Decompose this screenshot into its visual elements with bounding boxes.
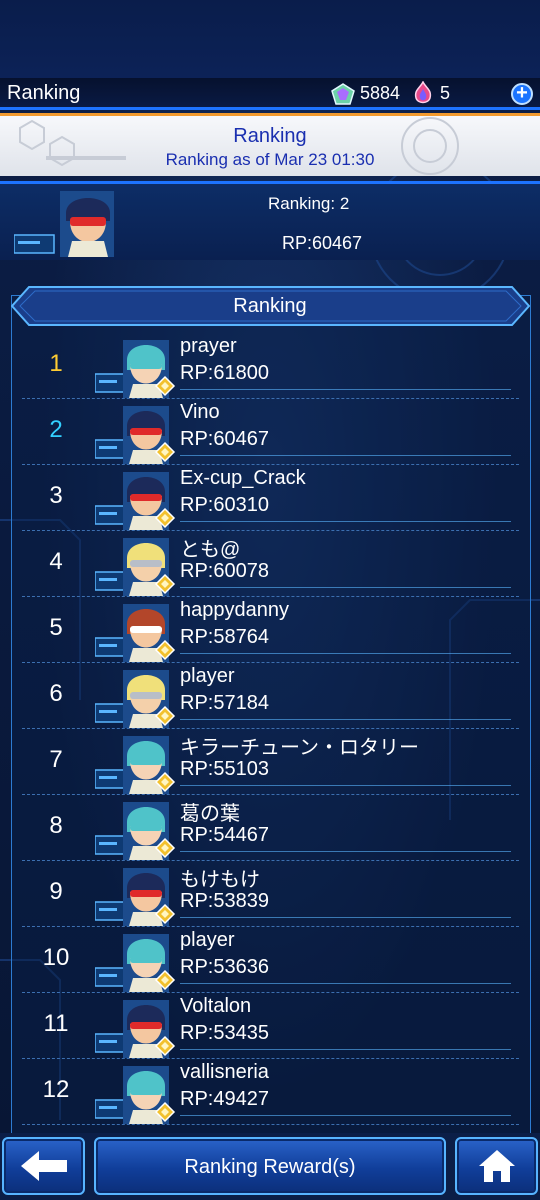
- rank-number: 1: [49, 350, 63, 377]
- red-masked-boy-avatar: [95, 406, 176, 464]
- gem-icon: [331, 83, 355, 105]
- top-status-strip: [0, 0, 540, 78]
- row-underline: [180, 653, 511, 654]
- teal-hair-girl-avatar: [95, 736, 176, 794]
- rank-number: 12: [42, 1076, 70, 1103]
- red-masked-boy-avatar: [95, 868, 176, 926]
- player-rp-value: RP:60310: [180, 494, 269, 516]
- brown-hair-boy-avatar: [95, 604, 176, 662]
- page-title: Ranking: [7, 82, 81, 104]
- row-underline: [180, 455, 511, 456]
- row-underline: [180, 719, 511, 720]
- row-underline: [180, 983, 511, 984]
- player-summary-panel: Ranking: 2 RP:60467: [0, 181, 540, 260]
- rank-number: 9: [49, 878, 63, 905]
- rank-number: 10: [42, 944, 70, 971]
- player-rp-value: RP:53839: [180, 890, 269, 912]
- ticket-icon: [414, 81, 432, 104]
- ranking-row[interactable]: 2 Vino RP:60467: [22, 399, 519, 465]
- header-bar: Ranking 5884 5 +: [0, 78, 540, 110]
- row-underline: [180, 785, 511, 786]
- title-banner: Ranking Ranking as of Mar 23 01:30: [0, 113, 540, 176]
- rank-number: 5: [49, 614, 63, 641]
- teal-hair-girl-avatar: [95, 1066, 176, 1124]
- rank-number: 4: [49, 548, 63, 575]
- player-rp-value: RP:55103: [180, 758, 269, 780]
- ranking-row[interactable]: 9 もけもけ RP:53839: [22, 861, 519, 927]
- player-rp-value: RP:60467: [180, 428, 269, 450]
- player-name: player: [180, 929, 235, 951]
- ranking-row[interactable]: 7 キラーチューン・ロタリー RP:55103: [22, 729, 519, 795]
- player-rank: Ranking: 2: [268, 194, 350, 213]
- player-rp-value: RP:54467: [180, 824, 269, 846]
- home-button[interactable]: [455, 1137, 538, 1195]
- player-rp: RP:60467: [282, 233, 363, 253]
- rank-number: 6: [49, 680, 63, 707]
- row-underline: [180, 917, 511, 918]
- ranking-row[interactable]: 1 prayer RP:61800: [22, 333, 519, 399]
- ranking-row[interactable]: 11 Voltalon RP:53435: [22, 993, 519, 1059]
- player-rp-value: RP:53435: [180, 1022, 269, 1044]
- rank-number: 8: [49, 812, 63, 839]
- red-masked-boy-avatar: [95, 1000, 176, 1058]
- blond-masked-avatar: [95, 538, 176, 596]
- player-rp-value: RP:58764: [180, 626, 269, 648]
- row-underline: [180, 521, 511, 522]
- player-name: とも@: [180, 539, 241, 561]
- rank-number: 7: [49, 746, 63, 773]
- ranking-row[interactable]: 6 player RP:57184: [22, 663, 519, 729]
- teal-hair-girl-avatar: [95, 934, 176, 992]
- player-name: vallisneria: [180, 1061, 269, 1083]
- player-rp-value: RP:49427: [180, 1088, 269, 1110]
- ranking-row[interactable]: 4 とも@ RP:60078: [22, 531, 519, 597]
- arrow-left-icon: [20, 1151, 67, 1181]
- ranking-reward-label: Ranking Reward(s): [184, 1156, 356, 1178]
- ranking-row[interactable]: 8 葛の葉 RP:54467: [22, 795, 519, 861]
- player-rp-value: RP:60078: [180, 560, 269, 582]
- player-name: Ex-cup_Crack: [180, 467, 306, 489]
- ranking-row[interactable]: 12 vallisneria RP:49427: [22, 1059, 519, 1125]
- player-name: もけもけ: [180, 869, 260, 891]
- back-button[interactable]: [2, 1137, 85, 1195]
- player-name: キラーチューン・ロタリー: [180, 737, 419, 759]
- add-currency-button[interactable]: +: [511, 83, 533, 105]
- teal-hair-girl-avatar: [95, 802, 176, 860]
- player-rp-value: RP:53636: [180, 956, 269, 978]
- player-rp-value: RP:57184: [180, 692, 269, 714]
- rank-number: 11: [43, 1010, 69, 1037]
- player-name: player: [180, 665, 235, 687]
- blond-masked-avatar: [95, 670, 176, 728]
- row-underline: [180, 1115, 511, 1116]
- player-name: prayer: [180, 335, 237, 357]
- rank-number: 2: [49, 416, 63, 443]
- player-name: happydanny: [180, 599, 289, 621]
- row-underline: [180, 587, 511, 588]
- row-underline: [180, 389, 511, 390]
- home-icon: [478, 1150, 515, 1182]
- player-rp-value: RP:61800: [180, 362, 269, 384]
- player-name: Voltalon: [180, 995, 252, 1017]
- ranking-row[interactable]: 5 happydanny RP:58764: [22, 597, 519, 663]
- gem-count: 5884: [360, 83, 401, 103]
- red-masked-boy-avatar: [95, 472, 176, 530]
- row-underline: [180, 851, 511, 852]
- player-name: Vino: [180, 401, 220, 423]
- player-avatar: [14, 191, 114, 257]
- row-underline: [180, 1049, 511, 1050]
- ranking-row[interactable]: 3 Ex-cup_Crack RP:60310: [22, 465, 519, 531]
- banner-title: Ranking: [233, 125, 307, 147]
- teal-hair-girl-avatar: [95, 340, 176, 398]
- ranking-list-title: Ranking: [233, 295, 307, 317]
- ticket-count: 5: [440, 83, 451, 103]
- rank-number: 3: [49, 482, 63, 509]
- ranking-row[interactable]: 10 player RP:53636: [22, 927, 519, 993]
- ranking-reward-button[interactable]: Ranking Reward(s): [94, 1137, 446, 1195]
- player-name: 葛の葉: [180, 803, 240, 825]
- banner-subtitle: Ranking as of Mar 23 01:30: [165, 150, 375, 169]
